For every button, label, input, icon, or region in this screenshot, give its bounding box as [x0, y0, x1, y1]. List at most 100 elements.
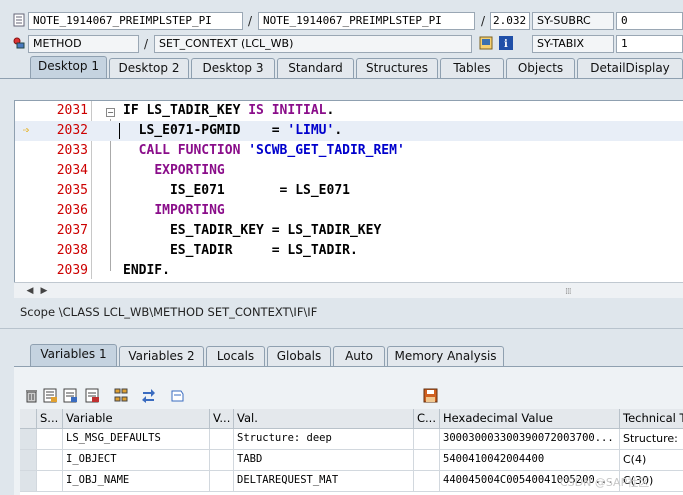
tab-desktop-2[interactable]: Desktop 2 [109, 58, 189, 78]
line-number: 2031 [56, 103, 88, 118]
code-keyword: CALL FUNCTION [138, 143, 249, 158]
tab-desktop-3[interactable]: Desktop 3 [191, 58, 275, 78]
tab-variables-1[interactable]: Variables 1 [30, 344, 117, 366]
cell-status[interactable] [37, 450, 63, 471]
cell-value[interactable]: TABD [234, 450, 414, 471]
scroll-left-icon[interactable]: ◀ [24, 285, 36, 297]
cell-value[interactable]: Structure: deep [234, 429, 414, 450]
cell-variable[interactable]: I_OBJ_NAME [63, 471, 210, 492]
tab-structures[interactable]: Structures [356, 58, 438, 78]
event-type-field[interactable]: METHOD [28, 35, 139, 53]
cell-status[interactable] [37, 429, 63, 450]
code-text: ENDIF. [123, 261, 170, 281]
code-line[interactable]: 2033 CALL FUNCTION 'SCWB_GET_TADIR_REM' [15, 141, 683, 161]
cell-status[interactable] [37, 471, 63, 492]
navigate-icon[interactable] [141, 388, 156, 403]
col-header-technical-type[interactable]: Technical T [620, 409, 683, 429]
code-line[interactable]: 2037 ES_TADIR_KEY = LS_TADIR_KEY [15, 221, 683, 241]
variables-tabbar: Variables 1 Variables 2 Locals Globals A… [0, 344, 683, 366]
code-string: 'LIMU' [287, 123, 335, 138]
col-header-c[interactable]: C... [414, 409, 440, 429]
program-field[interactable]: NOTE_1914067_PREIMPLSTEP_PI [28, 12, 243, 30]
tabbar-underline [0, 78, 683, 79]
info-icon[interactable]: i [499, 36, 513, 50]
col-header-value[interactable]: Val. [234, 409, 414, 429]
tab-detaildisplay[interactable]: DetailDisplay [577, 58, 683, 78]
cell-variable[interactable]: LS_MSG_DEFAULTS [63, 429, 210, 450]
line-number: 2039 [56, 263, 88, 278]
cell-v[interactable] [210, 450, 234, 471]
scope-path: Scope \CLASS LCL_WB\METHOD SET_CONTEXT\I… [20, 305, 318, 319]
tab-locals[interactable]: Locals [206, 346, 265, 366]
code-text: CALL FUNCTION 'SCWB_GET_TADIR_REM' [123, 141, 405, 161]
code-line[interactable]: 2038 ES_TADIR = LS_TADIR. [15, 241, 683, 261]
include-field[interactable]: NOTE_1914067_PREIMPLSTEP_PI [258, 12, 475, 30]
display-icon[interactable] [479, 36, 493, 50]
new-object-icon[interactable] [170, 388, 185, 403]
delete-icon[interactable] [24, 388, 39, 403]
load-layout-icon[interactable] [85, 388, 100, 403]
tab-auto[interactable]: Auto [333, 346, 385, 366]
cell-c[interactable] [414, 471, 440, 492]
tab-desktop-1[interactable]: Desktop 1 [30, 56, 107, 78]
separator-slash: / [248, 14, 253, 28]
cell-variable[interactable]: I_OBJECT [63, 450, 210, 471]
row-selector[interactable] [20, 429, 37, 450]
cell-v[interactable] [210, 471, 234, 492]
tab-globals[interactable]: Globals [267, 346, 331, 366]
sy-tabix-label[interactable]: SY-TABIX [532, 35, 614, 53]
cell-technical-type[interactable]: C(4) [620, 450, 683, 471]
code-line[interactable]: 2039 ENDIF. [15, 261, 683, 281]
cell-hex-value[interactable]: 300030003300390072003700... [440, 429, 620, 450]
cell-value[interactable]: DELTAREQUEST_MAT [234, 471, 414, 492]
code-line[interactable]: 2036 IMPORTING [15, 201, 683, 221]
scroll-right-icon[interactable]: ▶ [38, 285, 50, 297]
code-line[interactable]: 2034 EXPORTING [15, 161, 683, 181]
code-text: ES_TADIR = LS_TADIR. [123, 241, 358, 261]
tab-variables-2[interactable]: Variables 2 [119, 346, 204, 366]
cell-c[interactable] [414, 450, 440, 471]
program-icon [12, 13, 26, 27]
code-text: LS_E071-PGMID = 'LIMU'. [123, 121, 343, 141]
source-code-editor[interactable]: − 2031 IF LS_TADIR_KEY IS INITIAL. ➩ 2032 L… [14, 100, 683, 298]
table-settings-icon[interactable] [43, 388, 58, 403]
hierarchy-icon[interactable] [114, 388, 129, 403]
col-header-variable[interactable]: Variable [63, 409, 210, 429]
sy-subrc-label[interactable]: SY-SUBRC [532, 12, 614, 30]
tab-objects[interactable]: Objects [506, 58, 575, 78]
event-name-field[interactable]: SET_CONTEXT (LCL_WB) [154, 35, 472, 53]
editor-horizontal-scrollbar[interactable]: ◀ ▶ ⁞⁞⁞ [14, 282, 683, 298]
save-layout-icon[interactable] [63, 388, 78, 403]
row-selector[interactable] [20, 471, 37, 492]
code-line[interactable]: 2035 IS_E071 = LS_E071 [15, 181, 683, 201]
code-token: IF LS_TADIR_KEY [123, 103, 249, 118]
scroll-grip-icon[interactable]: ⁞⁞⁞ [565, 287, 572, 297]
col-header-hex-value[interactable]: Hexadecimal Value [440, 409, 620, 429]
code-token: ES_TADIR = LS_TADIR. [169, 243, 358, 258]
code-text: ES_TADIR_KEY = LS_TADIR_KEY [123, 221, 381, 241]
line-number-field[interactable]: 2.032 [490, 12, 530, 30]
tab-standard[interactable]: Standard [277, 58, 354, 78]
cell-v[interactable] [210, 429, 234, 450]
sy-tabix-value[interactable]: 1 [616, 35, 683, 53]
row-selector[interactable] [20, 450, 37, 471]
tab-tables[interactable]: Tables [440, 58, 504, 78]
cell-technical-type[interactable]: Structure: [620, 429, 683, 450]
tab-memory-analysis[interactable]: Memory Analysis [387, 346, 504, 366]
code-line[interactable]: ➩ 2032 LS_E071-PGMID = 'LIMU'. [15, 121, 683, 141]
text-cursor [119, 123, 120, 139]
col-header-v[interactable]: V... [210, 409, 234, 429]
sy-subrc-value[interactable]: 0 [616, 12, 683, 30]
cell-c[interactable] [414, 429, 440, 450]
code-line[interactable]: 2031 IF LS_TADIR_KEY IS INITIAL. [15, 101, 683, 121]
save-icon[interactable] [423, 388, 438, 403]
cell-hex-value[interactable]: 5400410042004400 [440, 450, 620, 471]
code-text: IS_E071 = LS_E071 [123, 181, 350, 201]
code-keyword: IS INITIAL [248, 103, 327, 118]
col-header-status[interactable]: S... [37, 409, 63, 429]
code-token: LS_E071-PGMID = [138, 123, 288, 138]
